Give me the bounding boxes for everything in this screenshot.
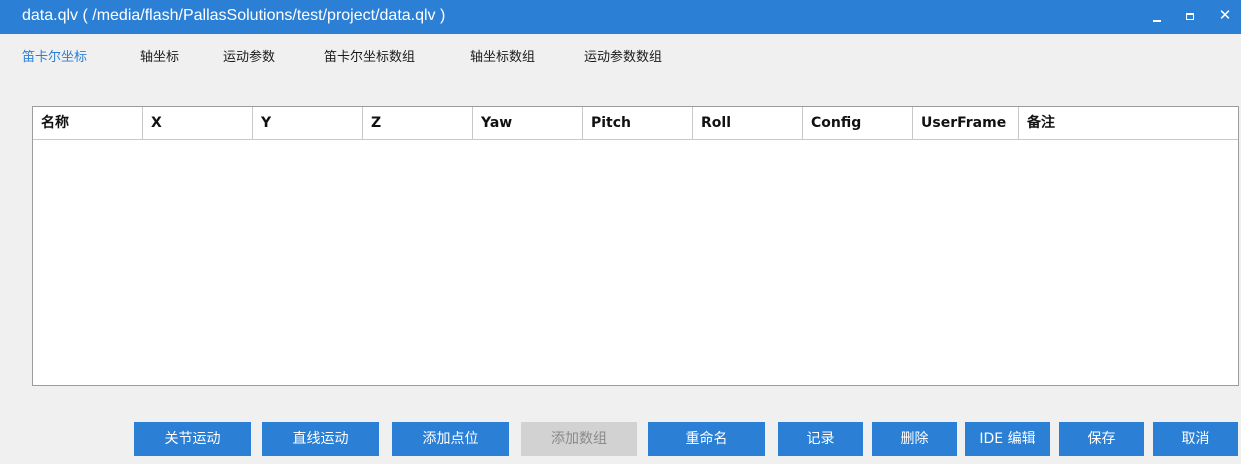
column-header-name[interactable]: 名称 (33, 107, 143, 139)
tab-motion-params[interactable]: 运动参数 (223, 46, 275, 65)
cancel-button[interactable]: 取消 (1153, 422, 1238, 456)
delete-button[interactable]: 删除 (872, 422, 957, 456)
tab-axis-array[interactable]: 轴坐标数组 (470, 46, 535, 65)
window-title: data.qlv ( /media/flash/PallasSolutions/… (22, 7, 446, 24)
add-point-button[interactable]: 添加点位 (392, 422, 509, 456)
table-header: 名称 X Y Z Yaw Pitch Roll Config UserFrame… (33, 107, 1238, 140)
column-header-yaw[interactable]: Yaw (473, 107, 583, 139)
column-header-config[interactable]: Config (803, 107, 913, 139)
column-header-pitch[interactable]: Pitch (583, 107, 693, 139)
minimize-button[interactable] (1142, 0, 1172, 34)
linear-move-button[interactable]: 直线运动 (262, 422, 379, 456)
close-icon: ✕ (1218, 6, 1232, 24)
tab-cartesian[interactable]: 笛卡尔坐标 (22, 46, 87, 65)
tab-axis[interactable]: 轴坐标 (140, 46, 179, 65)
tab-cartesian-array[interactable]: 笛卡尔坐标数组 (324, 46, 415, 65)
maximize-icon (1186, 13, 1194, 20)
save-button[interactable]: 保存 (1059, 422, 1144, 456)
maximize-button[interactable] (1176, 0, 1206, 34)
column-header-userframe[interactable]: UserFrame (913, 107, 1019, 139)
close-button[interactable]: ✕ (1210, 0, 1240, 34)
column-header-y[interactable]: Y (253, 107, 363, 139)
column-header-roll[interactable]: Roll (693, 107, 803, 139)
title-bar[interactable]: data.qlv ( /media/flash/PallasSolutions/… (0, 0, 1241, 34)
tab-bar: 笛卡尔坐标 轴坐标 运动参数 笛卡尔坐标数组 轴坐标数组 运动参数数组 (0, 40, 1241, 66)
tab-motion-params-array[interactable]: 运动参数数组 (584, 46, 662, 65)
joint-move-button[interactable]: 关节运动 (134, 422, 251, 456)
column-header-x[interactable]: X (143, 107, 253, 139)
record-button[interactable]: 记录 (778, 422, 863, 456)
column-header-note[interactable]: 备注 (1019, 107, 1238, 139)
column-header-z[interactable]: Z (363, 107, 473, 139)
points-table[interactable]: 名称 X Y Z Yaw Pitch Roll Config UserFrame… (32, 106, 1239, 386)
minimize-icon (1153, 20, 1161, 22)
ide-edit-button[interactable]: IDE 编辑 (965, 422, 1050, 456)
add-array-button[interactable]: 添加数组 (521, 422, 637, 456)
rename-button[interactable]: 重命名 (648, 422, 765, 456)
table-body[interactable] (33, 140, 1238, 385)
